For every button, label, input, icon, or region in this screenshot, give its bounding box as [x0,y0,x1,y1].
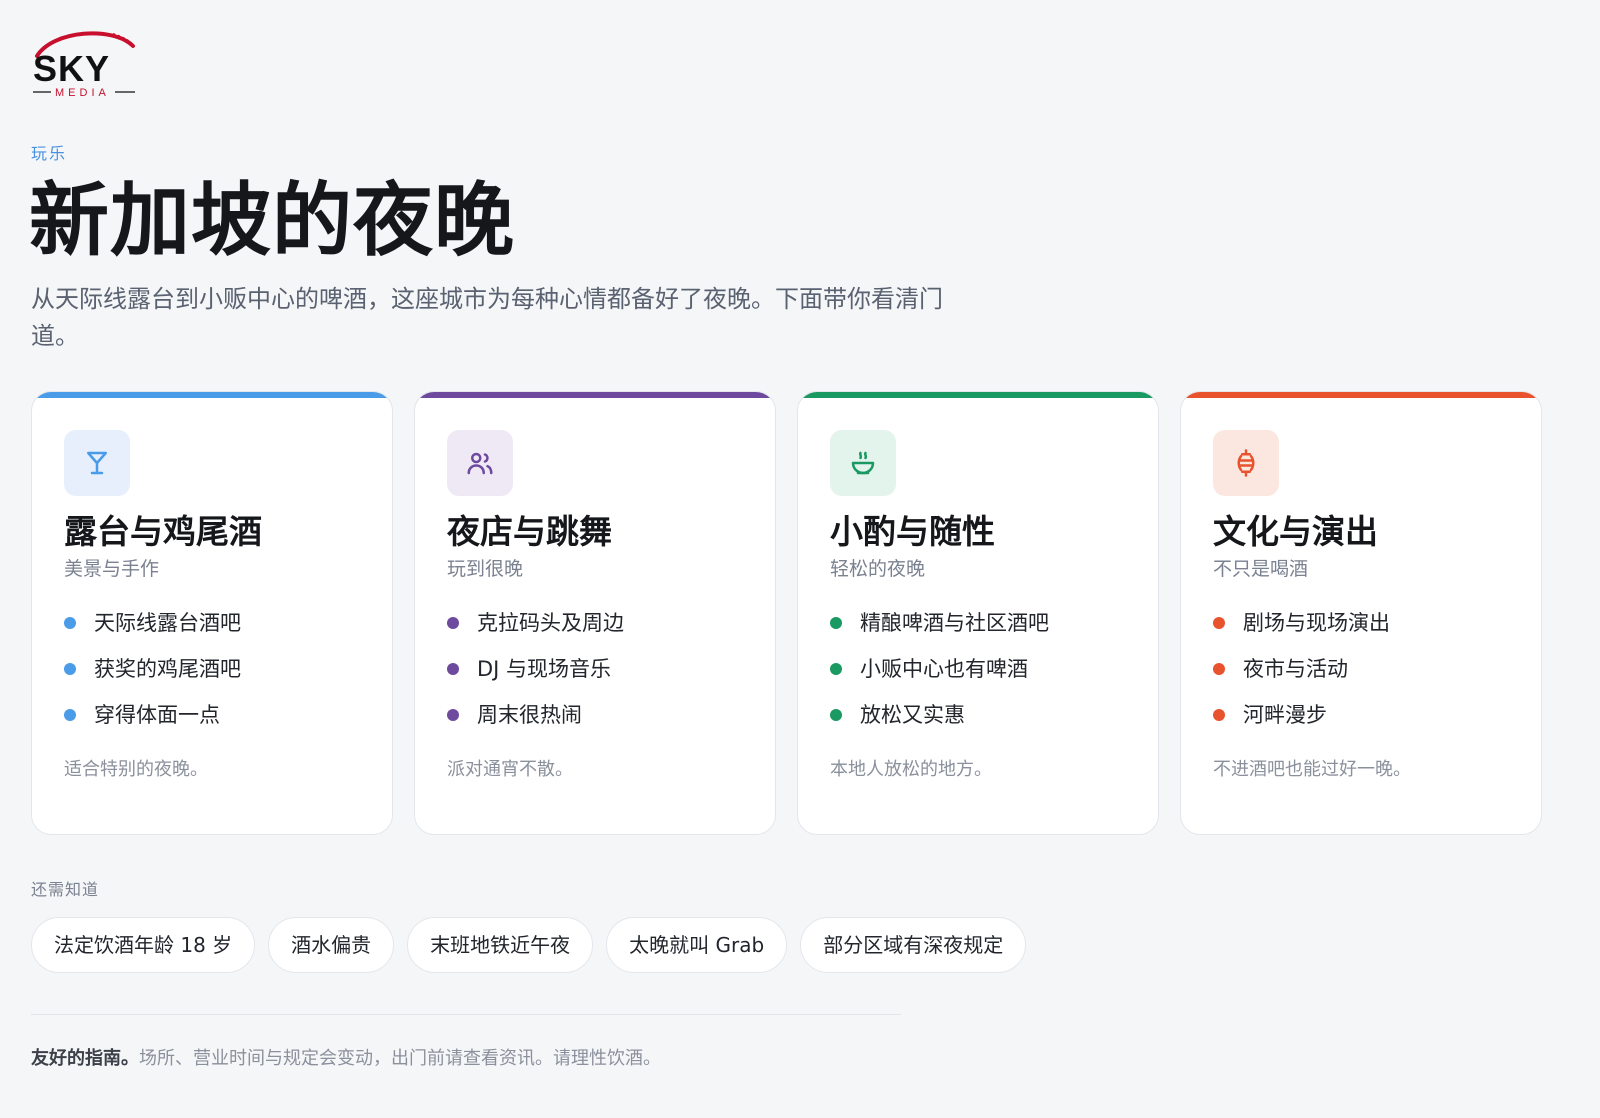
card-list: 精酿啤酒与社区酒吧 小贩中心也有啤酒 放松又实惠 [830,600,1049,738]
list-item-label: 周末很热闹 [477,703,582,727]
list-item: DJ 与现场音乐 [447,646,624,692]
footer-text: 场所、营业时间与规定会变动，出门前请查看资讯。请理性饮酒。 [139,1048,661,1069]
pill-drinking-age[interactable]: 法定饮酒年龄 18 岁 [31,917,256,973]
list-item-label: 放松又实惠 [860,703,965,727]
list-item-label: 获奖的鸡尾酒吧 [94,657,241,681]
card-title: 夜店与跳舞 [447,512,612,551]
bullet-dot-icon [447,663,459,675]
bullet-dot-icon [64,709,76,721]
list-item-label: 克拉码头及周边 [477,611,624,635]
card-note: 不进酒吧也能过好一晚。 [1213,759,1411,780]
bullet-dot-icon [64,617,76,629]
svg-text:MEDIA: MEDIA [55,87,110,99]
cocktail-glass-icon [64,430,130,496]
list-item: 剧场与现场演出 [1213,600,1390,646]
card-title: 文化与演出 [1213,512,1378,551]
page-title: 新加坡的夜晚 [29,173,515,267]
card-accent-bar [32,392,392,398]
card-list: 剧场与现场演出 夜市与活动 河畔漫步 [1213,600,1390,738]
bullet-dot-icon [64,663,76,675]
bullet-dot-icon [830,617,842,629]
list-item: 夜市与活动 [1213,646,1390,692]
bowl-icon [830,430,896,496]
pill-grab[interactable]: 太晚就叫 Grab [606,917,788,973]
people-icon [447,430,513,496]
list-item-label: 天际线露台酒吧 [94,611,241,635]
card-subtitle: 玩到很晚 [447,558,524,580]
card-list: 天际线露台酒吧 获奖的鸡尾酒吧 穿得体面一点 [64,600,241,738]
bullet-dot-icon [447,617,459,629]
category-cards: 露台与鸡尾酒 美景与手作 天际线露台酒吧 获奖的鸡尾酒吧 穿得体面一点 适合特别… [31,391,1569,837]
bullet-dot-icon [830,663,842,675]
list-item: 精酿啤酒与社区酒吧 [830,600,1049,646]
list-item: 获奖的鸡尾酒吧 [64,646,241,692]
pill-drink-prices[interactable]: 酒水偏贵 [268,917,395,973]
bullet-dot-icon [1213,617,1225,629]
bullet-dot-icon [1213,663,1225,675]
list-item-label: 河畔漫步 [1243,703,1327,727]
pill-last-train[interactable]: 末班地铁近午夜 [407,917,594,973]
card-rooftop-cocktails[interactable]: 露台与鸡尾酒 美景与手作 天际线露台酒吧 获奖的鸡尾酒吧 穿得体面一点 适合特别… [31,391,393,835]
list-item: 克拉码头及周边 [447,600,624,646]
section-eyebrow: 玩乐 [31,144,68,163]
card-casual-drinks[interactable]: 小酌与随性 轻松的夜晚 精酿啤酒与社区酒吧 小贩中心也有啤酒 放松又实惠 本地人… [797,391,1159,835]
know-pills: 法定饮酒年龄 18 岁 酒水偏贵 末班地铁近午夜 太晚就叫 Grab 部分区域有… [31,917,1027,973]
card-note: 适合特别的夜晚。 [64,759,208,780]
card-subtitle: 轻松的夜晚 [830,558,926,580]
list-item: 小贩中心也有啤酒 [830,646,1049,692]
list-item-label: 小贩中心也有啤酒 [860,657,1028,681]
card-list: 克拉码头及周边 DJ 与现场音乐 周末很热闹 [447,600,624,738]
list-item: 河畔漫步 [1213,692,1390,738]
pill-late-night-rules[interactable]: 部分区域有深夜规定 [800,917,1027,973]
list-item: 穿得体面一点 [64,692,241,738]
card-culture-shows[interactable]: 文化与演出 不只是喝酒 剧场与现场演出 夜市与活动 河畔漫步 不进酒吧也能过好一… [1180,391,1542,835]
page: SKY MEDIA 玩乐 新加坡的夜晚 从天际线露台到小贩中心的啤酒，这座城市为… [0,0,1600,1118]
card-title: 小酌与随性 [830,512,995,551]
lantern-icon [1213,430,1279,496]
footer-strong: 友好的指南。 [31,1048,139,1069]
list-item: 放松又实惠 [830,692,1049,738]
card-accent-bar [1181,392,1541,398]
list-item-label: 精酿啤酒与社区酒吧 [860,611,1049,635]
bullet-dot-icon [1213,709,1225,721]
list-item-label: 穿得体面一点 [94,703,220,727]
bullet-dot-icon [447,709,459,721]
sky-media-logo[interactable]: SKY MEDIA [31,28,139,100]
list-item-label: 夜市与活动 [1243,657,1348,681]
page-lead: 从天际线露台到小贩中心的啤酒，这座城市为每种心情都备好了夜晚。下面带你看清门道。 [31,285,943,350]
card-note: 派对通宵不散。 [447,759,573,780]
divider [31,1014,901,1015]
svg-text:SKY: SKY [33,48,110,89]
card-title: 露台与鸡尾酒 [64,512,262,551]
list-item-label: 剧场与现场演出 [1243,611,1390,635]
card-subtitle: 不只是喝酒 [1213,558,1309,580]
list-item-label: DJ 与现场音乐 [477,657,612,681]
know-label: 还需知道 [31,880,100,899]
bullet-dot-icon [830,709,842,721]
card-note: 本地人放松的地方。 [830,759,992,780]
list-item: 天际线露台酒吧 [64,600,241,646]
card-nightclubs-dance[interactable]: 夜店与跳舞 玩到很晚 克拉码头及周边 DJ 与现场音乐 周末很热闹 派对通宵不散… [414,391,776,835]
card-accent-bar [415,392,775,398]
card-subtitle: 美景与手作 [64,558,160,580]
footer-note: 友好的指南。场所、营业时间与规定会变动，出门前请查看资讯。请理性饮酒。 [31,1044,661,1070]
card-accent-bar [798,392,1158,398]
list-item: 周末很热闹 [447,692,624,738]
